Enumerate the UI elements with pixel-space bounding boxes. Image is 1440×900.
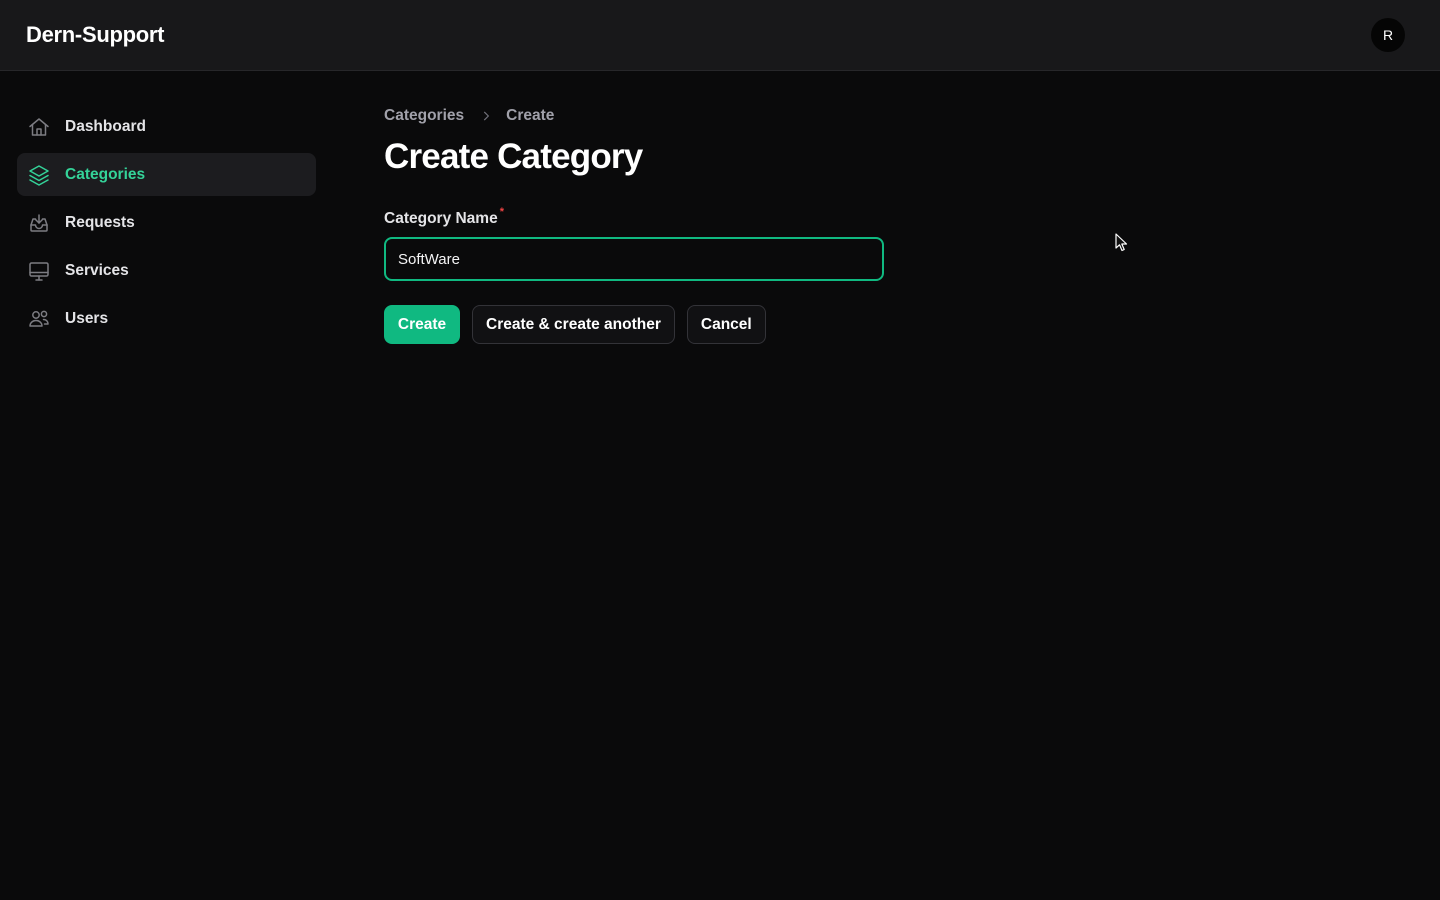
users-icon xyxy=(27,307,51,331)
sidebar-item-dashboard[interactable]: Dashboard xyxy=(17,105,316,148)
category-name-field-wrapper xyxy=(384,237,884,281)
sidebar-item-services[interactable]: Services xyxy=(17,249,316,292)
home-icon xyxy=(27,115,51,139)
app-title[interactable]: Dern-Support xyxy=(26,22,164,48)
breadcrumb-categories-link[interactable]: Categories xyxy=(384,107,464,125)
breadcrumb: Categories Create xyxy=(384,105,884,127)
cancel-button[interactable]: Cancel xyxy=(686,305,766,344)
sidebar-item-label: Categories xyxy=(65,165,146,183)
stack-icon xyxy=(27,163,51,187)
category-name-input[interactable] xyxy=(398,250,882,268)
page-title: Create Category xyxy=(384,137,643,176)
category-name-label-text: Category Name xyxy=(384,210,498,227)
required-marker: * xyxy=(499,206,504,218)
sidebar-item-users[interactable]: Users xyxy=(17,297,316,340)
sidebar-item-categories[interactable]: Categories xyxy=(17,153,316,196)
form-actions: Create Create & create another Cancel xyxy=(384,305,884,344)
create-and-create-another-button[interactable]: Create & create another xyxy=(472,305,675,344)
inbox-icon xyxy=(27,211,51,235)
category-name-label: Category Name * xyxy=(384,206,884,228)
monitor-icon xyxy=(27,259,51,283)
user-avatar[interactable]: R xyxy=(1371,18,1405,52)
chevron-right-icon xyxy=(476,106,496,126)
sidebar-item-label: Users xyxy=(65,309,109,327)
top-bar: Dern-Support R xyxy=(0,0,1440,71)
mouse-cursor-icon xyxy=(1115,233,1128,252)
sidebar-item-label: Services xyxy=(65,261,129,279)
sidebar-item-requests[interactable]: Requests xyxy=(17,201,316,244)
breadcrumb-current: Create xyxy=(506,107,555,124)
sidebar-item-label: Requests xyxy=(65,213,135,231)
main-content: Categories Create Create Category Catego… xyxy=(384,105,884,344)
create-button[interactable]: Create xyxy=(384,305,460,344)
sidebar-item-label: Dashboard xyxy=(65,117,146,135)
sidebar: Dashboard Categories Requests Services U… xyxy=(17,105,316,345)
